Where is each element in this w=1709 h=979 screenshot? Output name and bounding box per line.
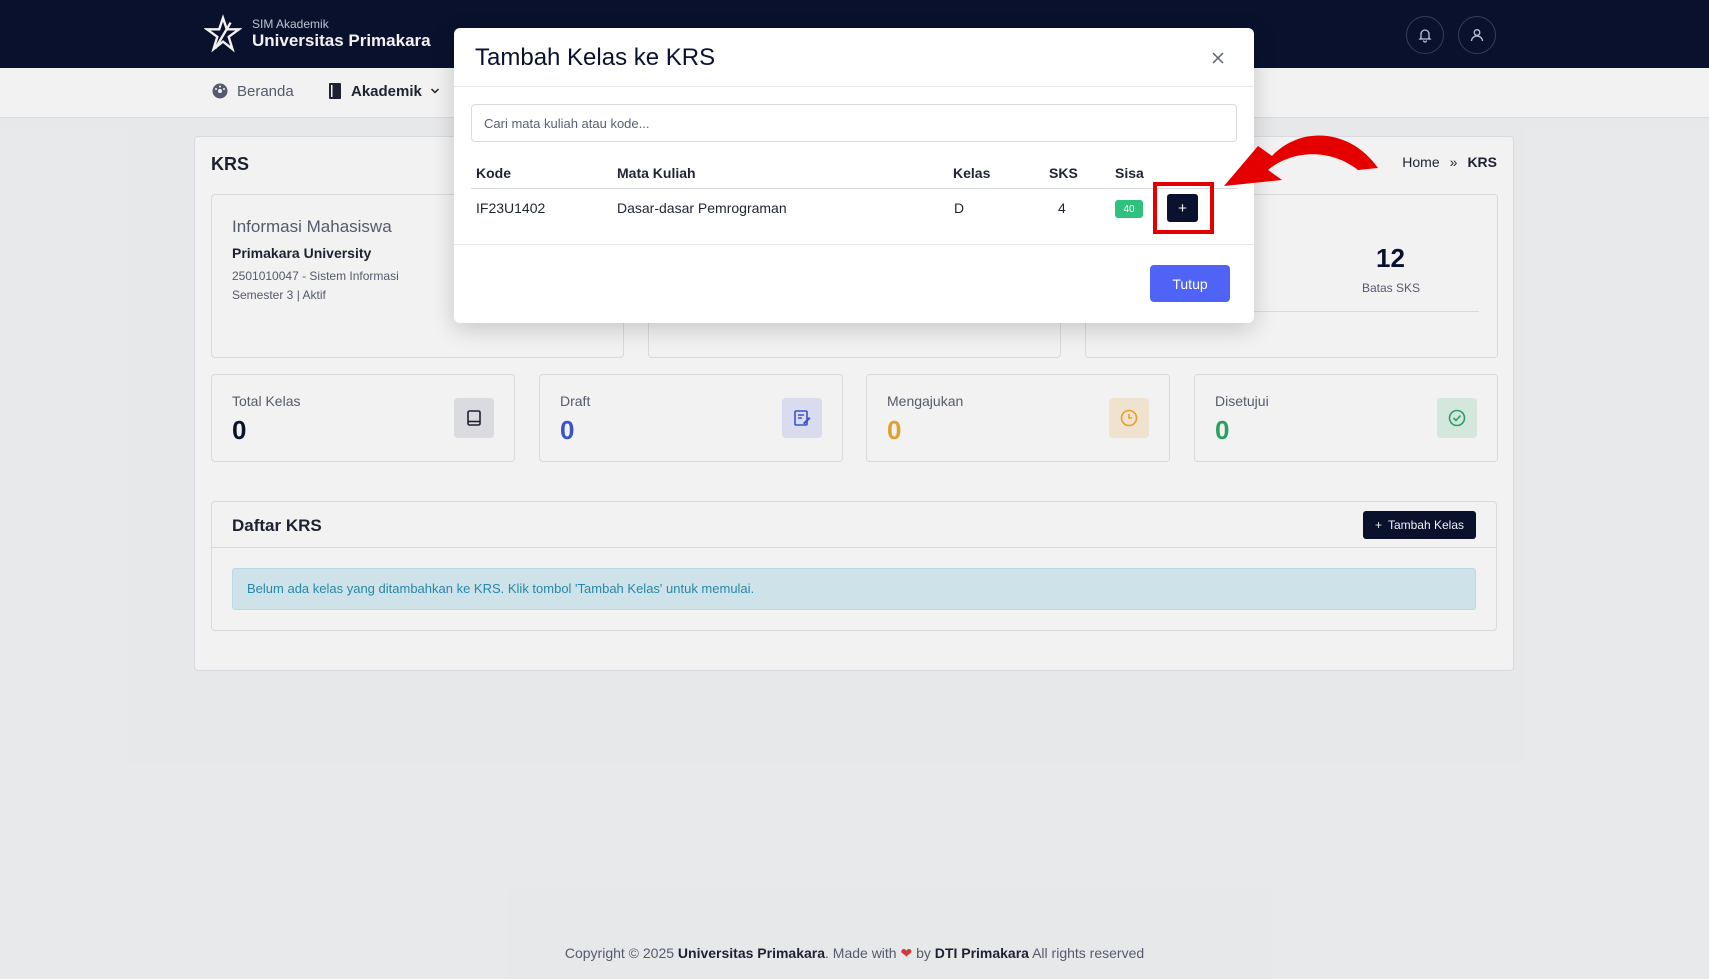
row-sks: 4 <box>1058 200 1066 216</box>
row-kode: IF23U1402 <box>476 200 546 216</box>
modal-title: Tambah Kelas ke KRS <box>475 44 716 71</box>
modal-header: Tambah Kelas ke KRS <box>454 28 1254 87</box>
highlight-box <box>1153 182 1214 234</box>
close-icon <box>1212 52 1224 64</box>
sisa-badge: 40 <box>1115 200 1143 218</box>
course-search-input[interactable] <box>471 104 1237 142</box>
row-mata-kuliah: Dasar-dasar Pemrograman <box>617 200 787 216</box>
column-header-kelas: Kelas <box>953 165 991 181</box>
column-header-sks: SKS <box>1049 165 1078 181</box>
modal-footer-divider <box>454 244 1254 245</box>
table-header-divider <box>471 188 1238 189</box>
column-header-sisa: Sisa <box>1115 165 1144 181</box>
column-header-kode: Kode <box>476 165 511 181</box>
modal-close-button[interactable] <box>1206 46 1230 70</box>
row-kelas: D <box>954 200 965 216</box>
red-arrow-icon <box>1224 135 1378 186</box>
tutup-button[interactable]: Tutup <box>1150 265 1230 302</box>
column-header-mata-kuliah: Mata Kuliah <box>617 165 696 181</box>
